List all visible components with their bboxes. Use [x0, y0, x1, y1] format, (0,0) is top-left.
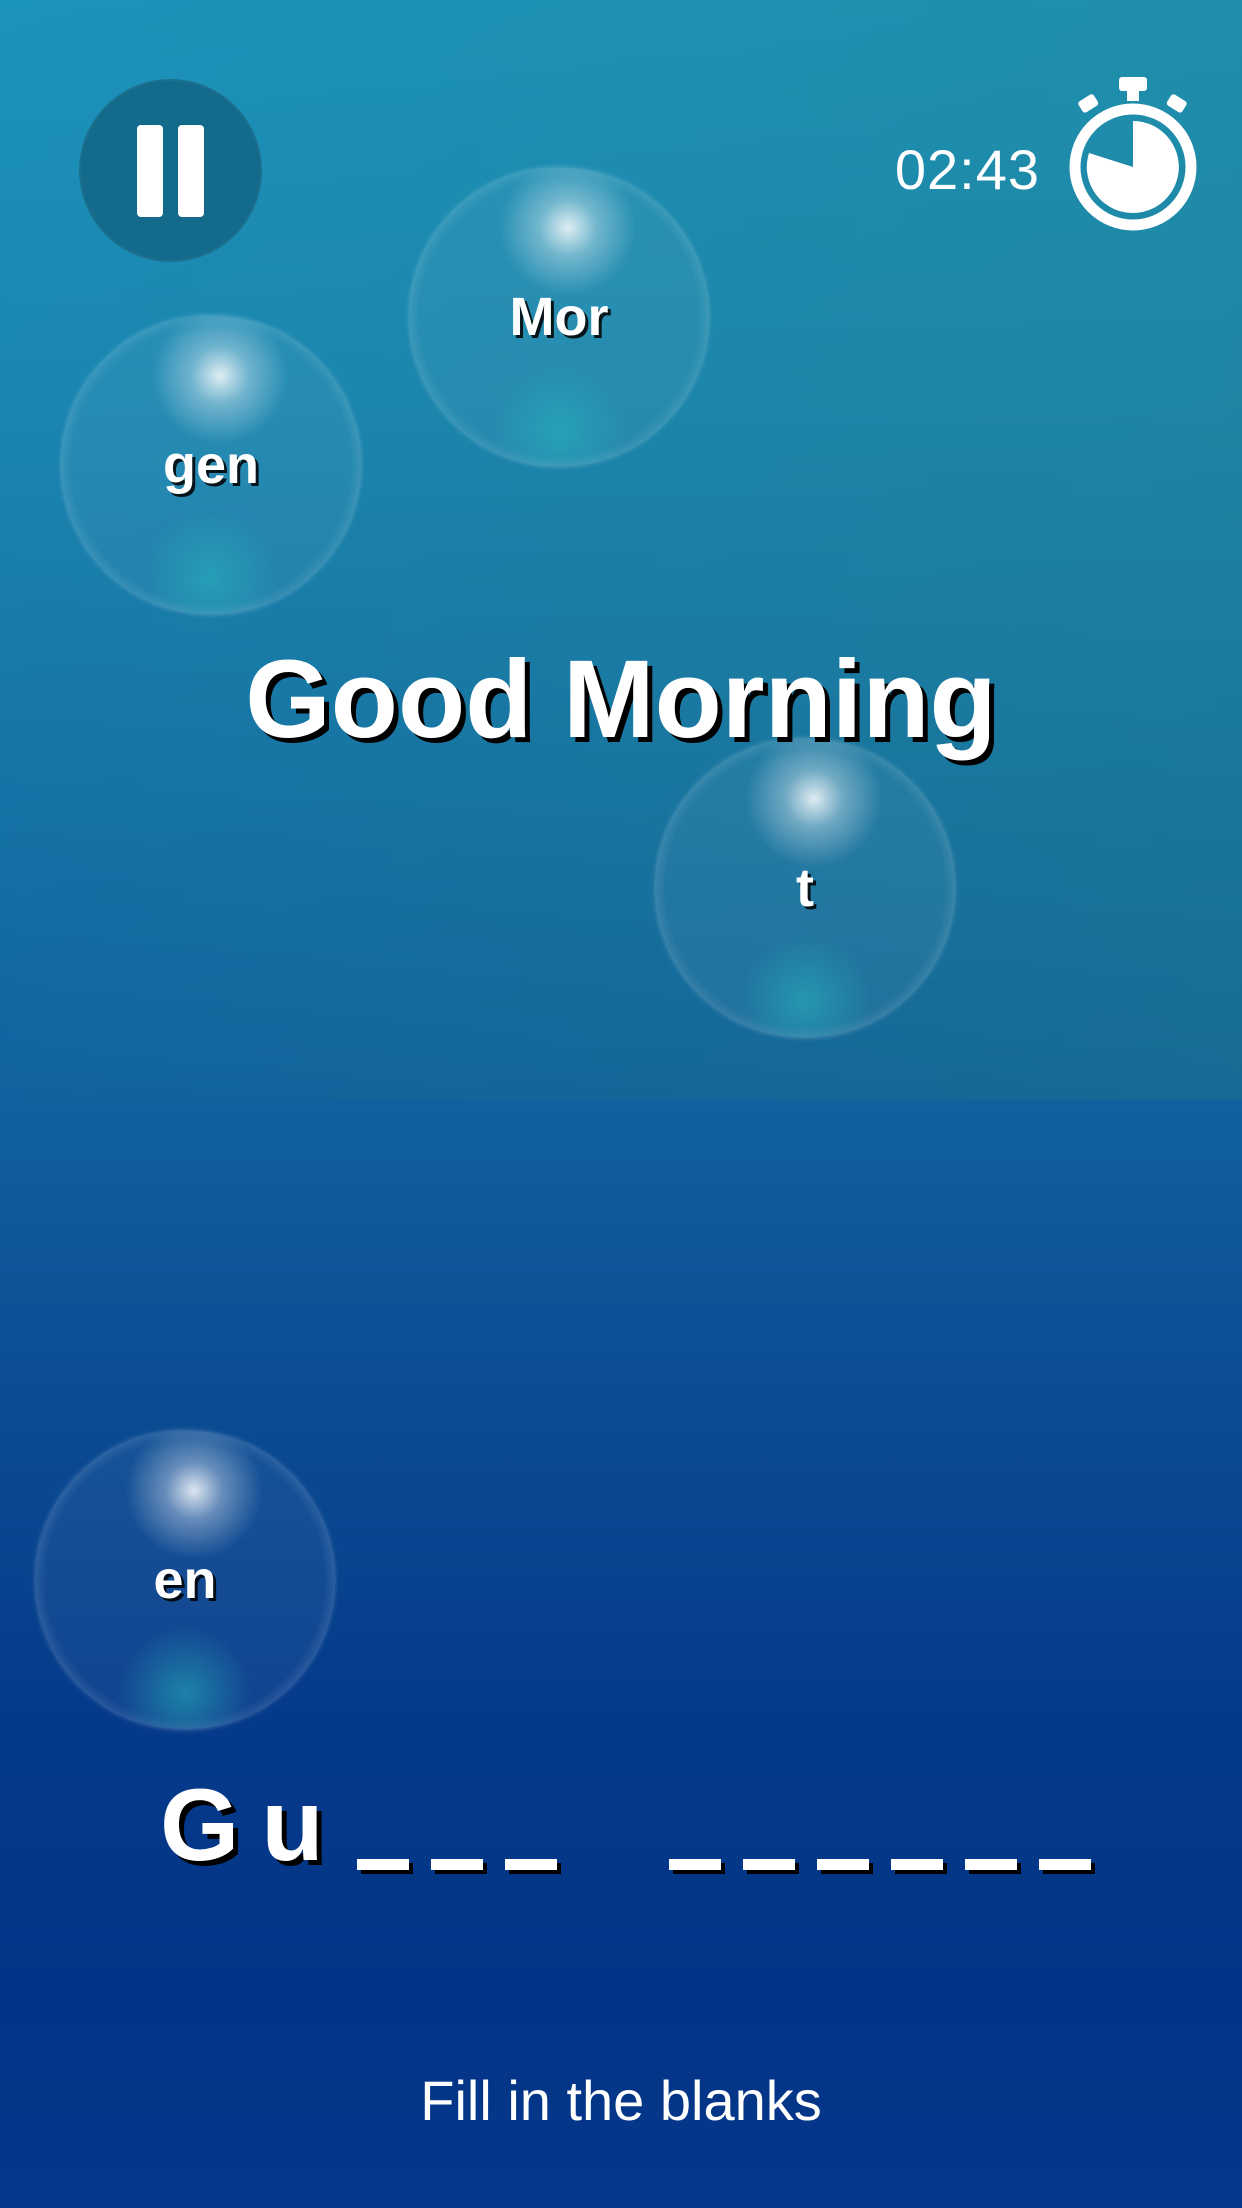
bubble-label: en: [153, 1550, 217, 1610]
blank-slot: [504, 1859, 557, 1870]
pause-icon: [137, 125, 204, 217]
word-bubble[interactable]: en: [36, 1431, 334, 1729]
blank-slot: [964, 1859, 1017, 1870]
instruction-text: Fill in the blanks: [420, 2069, 822, 2132]
word-bubble[interactable]: t: [656, 739, 954, 1037]
stopwatch-icon: [1069, 77, 1197, 231]
word-bubble[interactable]: Mor: [410, 168, 708, 466]
bubble-label: t: [796, 858, 814, 918]
answer-row: G u: [160, 1760, 1102, 1880]
blank-slot: [816, 1859, 869, 1870]
word-bubble[interactable]: gen: [62, 316, 360, 614]
bubble-label: Mor: [509, 287, 609, 347]
target-phrase: Good Morning: [245, 638, 997, 761]
blank-slot: [1038, 1859, 1091, 1870]
pause-button[interactable]: [79, 79, 262, 262]
blank-slot: [742, 1859, 795, 1870]
blank-slot: [668, 1859, 721, 1870]
blank-slot: [890, 1859, 943, 1870]
blank-slot: [356, 1859, 409, 1870]
answer-letter: G: [160, 1768, 240, 1882]
timer-display: 02:43: [894, 138, 1040, 201]
blank-slot: [430, 1859, 483, 1870]
answer-letter: u: [261, 1768, 324, 1882]
bubble-label: gen: [162, 435, 259, 495]
